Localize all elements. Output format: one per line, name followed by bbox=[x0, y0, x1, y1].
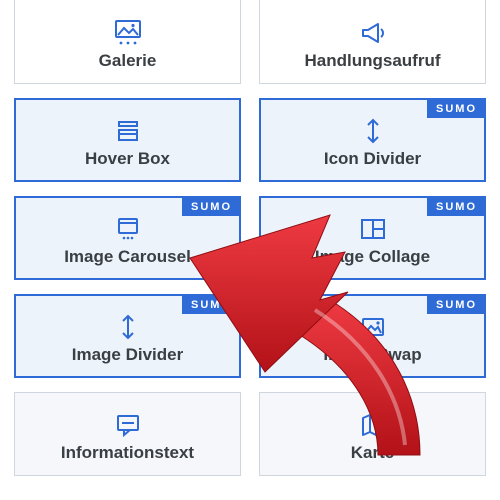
tile-label: Informationstext bbox=[61, 443, 194, 463]
tile-informationstext[interactable]: Informationstext bbox=[14, 392, 241, 476]
hoverbox-icon bbox=[113, 117, 143, 145]
tile-label: Handlungsaufruf bbox=[305, 51, 441, 71]
sumo-badge: SUMO bbox=[427, 296, 484, 314]
tile-handlungsaufruf[interactable]: Handlungsaufruf bbox=[259, 0, 486, 84]
collage-icon bbox=[358, 215, 388, 243]
tile-image-collage[interactable]: SUMO Image Collage bbox=[259, 196, 486, 280]
tile-label: Image Divider bbox=[72, 345, 184, 365]
megaphone-icon bbox=[358, 19, 388, 47]
tile-label: Galerie bbox=[99, 51, 157, 71]
tile-label: Hover Box bbox=[85, 149, 170, 169]
tile-label: Image Swap bbox=[323, 345, 421, 365]
divider-icon bbox=[115, 313, 141, 341]
tile-karte[interactable]: Karte bbox=[259, 392, 486, 476]
carousel-icon bbox=[113, 215, 143, 243]
sumo-badge: SUMO bbox=[427, 198, 484, 216]
tile-image-swap[interactable]: SUMO Image Swap bbox=[259, 294, 486, 378]
tile-label: Karte bbox=[351, 443, 394, 463]
tile-label: Image Collage bbox=[315, 247, 430, 267]
sumo-badge: SUMO bbox=[182, 198, 239, 216]
tile-label: Image Carousel bbox=[64, 247, 191, 267]
tile-image-divider[interactable]: SUMO Image Divider bbox=[14, 294, 241, 378]
tile-label: Icon Divider bbox=[324, 149, 421, 169]
map-icon bbox=[359, 411, 387, 439]
tile-icon-divider[interactable]: SUMO Icon Divider bbox=[259, 98, 486, 182]
imageswap-icon bbox=[358, 313, 388, 341]
tile-galerie[interactable]: Galerie bbox=[14, 0, 241, 84]
divider-icon bbox=[360, 117, 386, 145]
tile-hover-box[interactable]: Hover Box bbox=[14, 98, 241, 182]
gallery-icon bbox=[113, 19, 143, 47]
sumo-badge: SUMO bbox=[182, 296, 239, 314]
module-grid: Galerie Handlungsaufruf Hover Box SUMO bbox=[14, 0, 486, 476]
sumo-badge: SUMO bbox=[427, 100, 484, 118]
tile-image-carousel[interactable]: SUMO Image Carousel bbox=[14, 196, 241, 280]
infotext-icon bbox=[114, 411, 142, 439]
